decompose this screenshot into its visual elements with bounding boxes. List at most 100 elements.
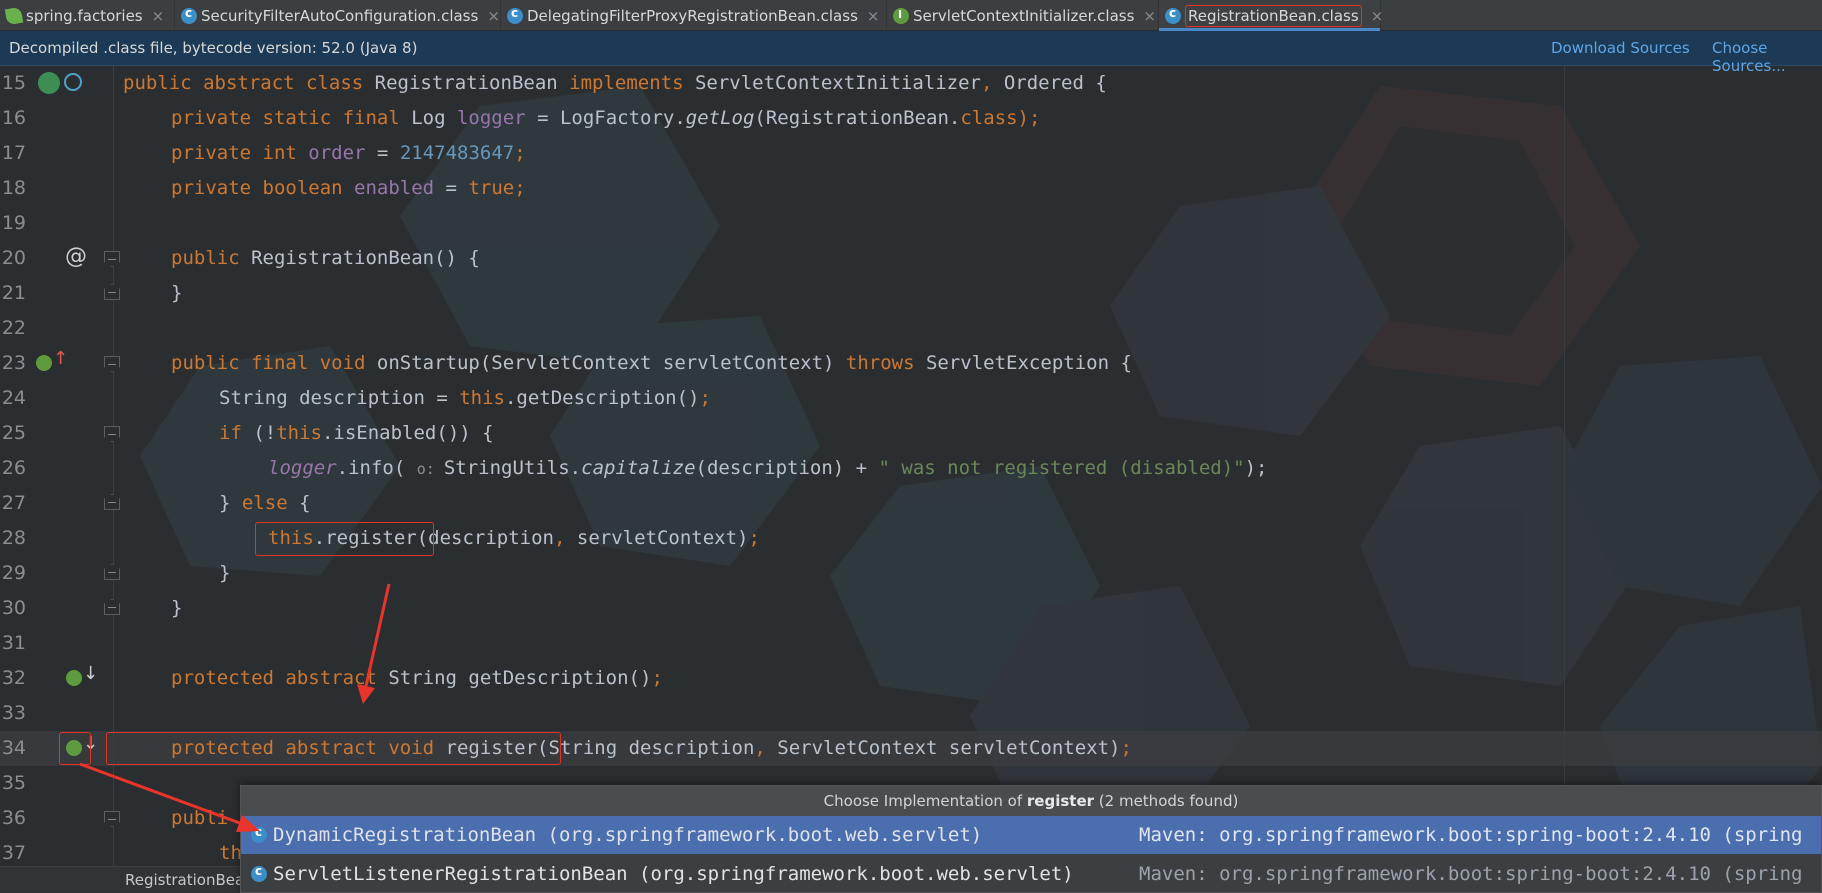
highlight-box-register-declaration bbox=[106, 732, 561, 765]
implementation-item-dynamic-registration-bean[interactable]: DynamicRegistrationBean (org.springframe… bbox=[241, 816, 1821, 854]
code-text: private boolean enabled = true; bbox=[171, 177, 526, 199]
code-line-24: 24 String description = this.getDescript… bbox=[0, 381, 1822, 416]
line-number: 34 bbox=[1, 737, 26, 759]
line-number: 24 bbox=[1, 387, 26, 409]
interface-icon bbox=[893, 7, 909, 24]
code-editor[interactable]: 15 public abstract class RegistrationBea… bbox=[0, 66, 1822, 866]
code-text: } bbox=[171, 597, 183, 619]
implements-method-icon[interactable] bbox=[36, 355, 52, 371]
code-text: } bbox=[171, 282, 183, 304]
close-icon[interactable]: × bbox=[867, 7, 880, 25]
fold-icon[interactable] bbox=[104, 564, 120, 580]
editor-tab-bar: spring.factories × SecurityFilterAutoCon… bbox=[0, 0, 1822, 31]
line-number: 36 bbox=[1, 807, 26, 829]
line-number: 17 bbox=[1, 142, 26, 164]
implementation-item-servlet-listener-registration-bean[interactable]: ServletListenerRegistrationBean (org.spr… bbox=[241, 855, 1821, 893]
code-line-33: 33 bbox=[0, 696, 1822, 731]
class-icon bbox=[251, 864, 267, 882]
tab-label: DelegatingFilterProxyRegistrationBean.cl… bbox=[527, 6, 858, 25]
code-line-16: 16 private static final Log logger = Log… bbox=[0, 101, 1822, 136]
tab-spring-factories[interactable]: spring.factories × bbox=[0, 0, 175, 31]
line-number: 21 bbox=[1, 282, 26, 304]
code-line-15: 15 public abstract class RegistrationBea… bbox=[0, 66, 1822, 101]
code-line-21: 21 } bbox=[0, 276, 1822, 311]
close-icon[interactable]: × bbox=[487, 7, 500, 25]
breadcrumb[interactable]: RegistrationBean bbox=[125, 871, 254, 889]
spring-bean-icon[interactable] bbox=[38, 72, 60, 94]
line-number: 30 bbox=[1, 597, 26, 619]
code-text: public abstract class RegistrationBean i… bbox=[123, 72, 1107, 94]
tab-registration-bean[interactable]: RegistrationBean.class × bbox=[1159, 0, 1384, 31]
line-number: 22 bbox=[1, 317, 26, 339]
fold-icon[interactable] bbox=[104, 599, 120, 615]
class-icon bbox=[251, 825, 267, 843]
fold-icon[interactable] bbox=[104, 811, 120, 827]
code-line-31: 31 bbox=[0, 626, 1822, 661]
line-number: 27 bbox=[1, 492, 26, 514]
fold-icon[interactable] bbox=[104, 251, 120, 267]
code-line-25: 25 if (!this.isEnabled()) { bbox=[0, 416, 1822, 451]
tab-label: ServletContextInitializer.class bbox=[913, 6, 1135, 25]
code-text: } bbox=[219, 562, 231, 584]
at-annotation-icon[interactable]: @ bbox=[65, 244, 87, 269]
close-icon[interactable]: × bbox=[1143, 7, 1156, 25]
tab-label: SecurityFilterAutoConfiguration.class bbox=[201, 6, 479, 25]
highlight-box-register-call bbox=[255, 522, 434, 556]
line-number: 29 bbox=[1, 562, 26, 584]
overridden-by-icon[interactable] bbox=[64, 73, 82, 91]
implementation-name: ServletListenerRegistrationBean (org.spr… bbox=[273, 863, 1074, 885]
banner-text: Decompiled .class file, bytecode version… bbox=[9, 39, 418, 57]
popup-title: Choose Implementation of register (2 met… bbox=[241, 786, 1821, 816]
line-number: 28 bbox=[1, 527, 26, 549]
class-icon bbox=[1165, 6, 1181, 24]
close-icon[interactable]: × bbox=[152, 7, 165, 25]
line-number: 35 bbox=[1, 772, 26, 794]
fold-icon[interactable] bbox=[104, 426, 120, 442]
code-line-30: 30 } bbox=[0, 591, 1822, 626]
download-sources-link[interactable]: Download Sources bbox=[1551, 39, 1690, 57]
code-line-34: 34 ↓ protected abstract void register(St… bbox=[0, 731, 1822, 766]
code-text: logger.info( o: StringUtils.capitalize(d… bbox=[268, 457, 1268, 479]
line-number: 15 bbox=[1, 72, 26, 94]
code-text: private int order = 2147483647; bbox=[171, 142, 526, 164]
line-number: 23 bbox=[1, 352, 26, 374]
fold-icon[interactable] bbox=[104, 494, 120, 510]
code-line-20: 20 @ public RegistrationBean() { bbox=[0, 241, 1822, 276]
tab-label: RegistrationBean.class bbox=[1185, 4, 1362, 27]
code-text: if (!this.isEnabled()) { bbox=[219, 422, 494, 444]
choose-sources-link[interactable]: Choose Sources... bbox=[1712, 39, 1822, 75]
spring-leaf-icon bbox=[4, 6, 24, 25]
fold-icon[interactable] bbox=[104, 284, 120, 300]
line-number: 33 bbox=[1, 702, 26, 724]
tab-label: spring.factories bbox=[26, 6, 143, 25]
highlight-box-gutter-icon bbox=[59, 732, 91, 765]
line-number: 32 bbox=[1, 667, 26, 689]
code-line-19: 19 bbox=[0, 206, 1822, 241]
code-text: String description = this.getDescription… bbox=[219, 387, 711, 409]
code-text: protected abstract String getDescription… bbox=[171, 667, 663, 689]
class-icon bbox=[181, 6, 197, 24]
tab-security-filter-auto-configuration[interactable]: SecurityFilterAutoConfiguration.class × bbox=[175, 0, 501, 31]
code-line-28: 28 this.register(description, servletCon… bbox=[0, 521, 1822, 556]
code-line-27: 27 } else { bbox=[0, 486, 1822, 521]
up-arrow-icon[interactable]: ↑ bbox=[53, 348, 68, 369]
choose-implementation-popup[interactable]: Choose Implementation of register (2 met… bbox=[240, 785, 1822, 893]
code-line-29: 29 } bbox=[0, 556, 1822, 591]
breadcrumb-bar: RegistrationBean bbox=[0, 866, 254, 893]
line-number: 25 bbox=[1, 422, 26, 444]
code-line-32: 32 ↓ protected abstract String getDescri… bbox=[0, 661, 1822, 696]
tab-servlet-context-initializer[interactable]: ServletContextInitializer.class × bbox=[887, 0, 1159, 31]
code-line-26: 26 logger.info( o: StringUtils.capitaliz… bbox=[0, 451, 1822, 486]
implementation-name: DynamicRegistrationBean (org.springframe… bbox=[273, 824, 983, 846]
line-number: 18 bbox=[1, 177, 26, 199]
implemented-method-icon[interactable] bbox=[66, 670, 82, 686]
code-line-17: 17 private int order = 2147483647; bbox=[0, 136, 1822, 171]
down-arrow-icon[interactable]: ↓ bbox=[83, 663, 98, 684]
code-text: public RegistrationBean() { bbox=[171, 247, 480, 269]
close-icon[interactable]: × bbox=[1371, 7, 1384, 25]
tab-delegating-filter-proxy-registration-bean[interactable]: DelegatingFilterProxyRegistrationBean.cl… bbox=[501, 0, 887, 31]
code-text: publi bbox=[171, 807, 229, 829]
code-text: public final void onStartup(ServletConte… bbox=[171, 352, 1132, 374]
implementation-location: Maven: org.springframework.boot:spring-b… bbox=[1139, 824, 1803, 846]
fold-icon[interactable] bbox=[104, 356, 120, 372]
